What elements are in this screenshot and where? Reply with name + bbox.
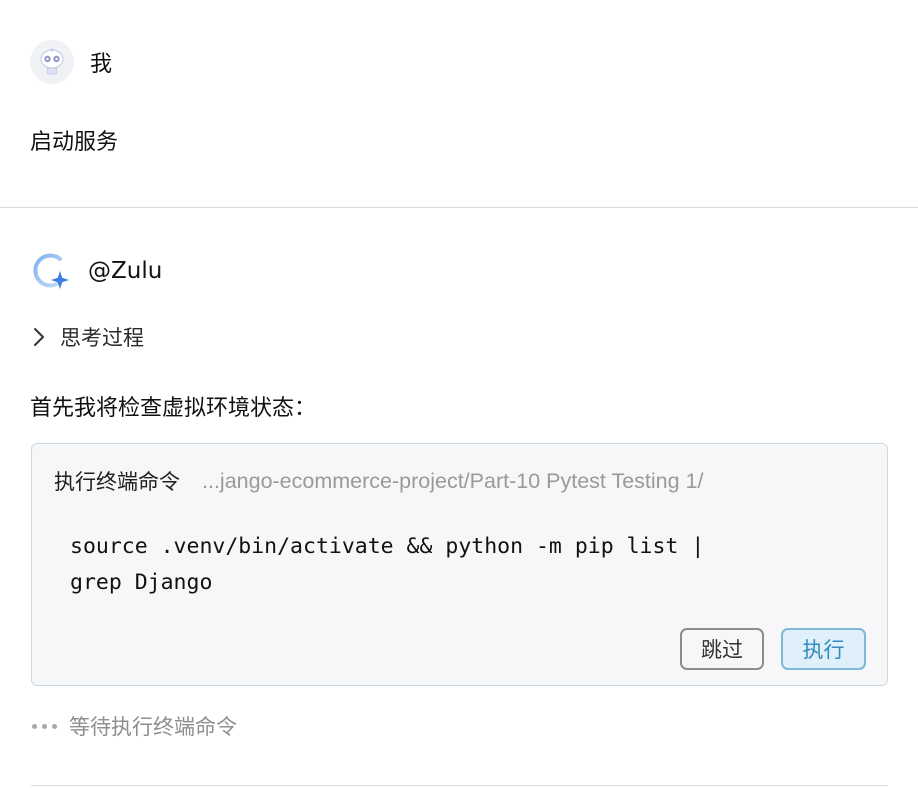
terminal-card-header: 执行终端命令 ...jango-ecommerce-project/Part-1…	[54, 466, 874, 496]
loading-dots-icon	[32, 723, 57, 729]
user-name: 我	[90, 52, 113, 77]
user-message-header: 我	[30, 40, 112, 84]
run-button[interactable]: 执行	[781, 628, 866, 670]
bottom-divider	[31, 785, 888, 786]
working-directory-path: ...jango-ecommerce-project/Part-10 Pytes…	[202, 468, 704, 493]
terminal-command: source .venv/bin/activate && python -m p…	[70, 534, 705, 595]
terminal-card-title: 执行终端命令	[54, 470, 180, 494]
user-message-text: 启动服务	[30, 130, 119, 155]
robot-avatar-icon	[40, 48, 64, 75]
loading-dot	[32, 723, 37, 729]
zulu-logo-icon	[33, 253, 69, 289]
thinking-process-label: 思考过程	[60, 326, 144, 350]
chevron-right-icon	[34, 328, 44, 346]
waiting-status-text: 等待执行终端命令	[69, 715, 237, 739]
chat-page: 我 启动服务 @Zulu 思考过程 首先我将检查虚拟环境状态： 执行终端命令 .…	[0, 0, 918, 788]
thinking-process-toggle[interactable]: 思考过程	[32, 322, 144, 352]
assistant-name: @Zulu	[88, 258, 163, 284]
assistant-intro-text: 首先我将检查虚拟环境状态：	[30, 396, 317, 421]
terminal-command-card: 执行终端命令 ...jango-ecommerce-project/Part-1…	[31, 443, 888, 686]
assistant-message-header: @Zulu	[30, 250, 162, 292]
skip-button[interactable]: 跳过	[680, 628, 764, 670]
waiting-status: 等待执行终端命令	[32, 711, 237, 741]
user-avatar	[30, 40, 74, 84]
loading-dot	[52, 723, 57, 729]
loading-dot	[42, 723, 47, 729]
message-divider	[0, 207, 918, 208]
